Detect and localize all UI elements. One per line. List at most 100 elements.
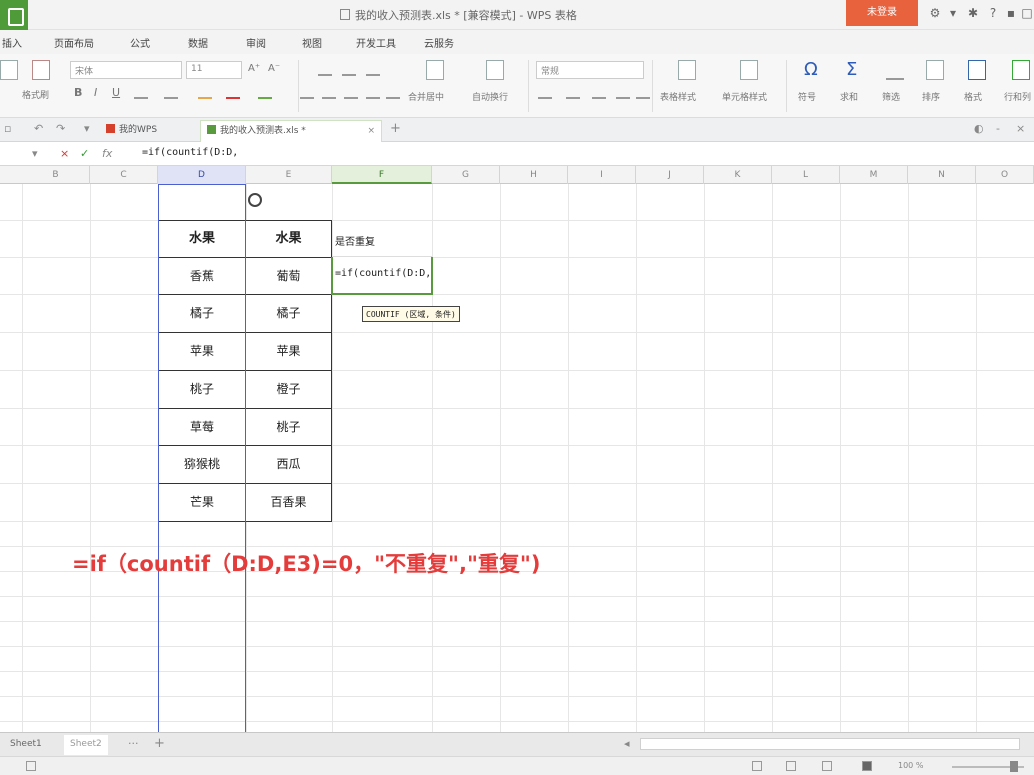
- sheet-tab-sheet2[interactable]: Sheet2: [64, 735, 108, 755]
- menu-formulas[interactable]: 公式: [130, 35, 150, 50]
- column-header-c[interactable]: C: [90, 166, 158, 184]
- horizontal-scrollbar[interactable]: [640, 738, 1020, 750]
- table-cell[interactable]: 西瓜: [245, 445, 332, 484]
- cancel-icon[interactable]: ×: [60, 147, 69, 160]
- tab-active-workbook[interactable]: 我的收入预测表.xls * ×: [200, 120, 382, 142]
- table-cell[interactable]: 桃子: [158, 370, 246, 409]
- minimize-icon[interactable]: ▪: [1004, 6, 1018, 20]
- function-icon[interactable]: fx: [102, 147, 112, 160]
- normal-view-icon[interactable]: [752, 761, 762, 771]
- save-icon[interactable]: ▫: [4, 122, 11, 135]
- menu-view[interactable]: 视图: [302, 35, 322, 50]
- zoom-slider-handle[interactable]: [1010, 761, 1018, 772]
- name-box-dropdown-icon[interactable]: ▾: [32, 147, 38, 160]
- bold-icon[interactable]: B: [74, 86, 82, 99]
- more-sheets-icon[interactable]: ···: [128, 737, 139, 750]
- table-cell[interactable]: 橘子: [245, 294, 332, 333]
- column-header-j[interactable]: J: [636, 166, 704, 184]
- menu-data[interactable]: 数据: [188, 35, 208, 50]
- close-doc-icon[interactable]: ×: [1016, 122, 1025, 135]
- new-tab-icon[interactable]: +: [390, 121, 401, 136]
- table-header-cell[interactable]: 水果: [158, 220, 246, 258]
- column-header-l[interactable]: L: [772, 166, 840, 184]
- rows-cols-button[interactable]: [1006, 60, 1034, 86]
- cell-style-button[interactable]: [734, 60, 764, 86]
- table-cell[interactable]: 百香果: [245, 483, 332, 522]
- column-header-e[interactable]: E: [246, 166, 332, 184]
- quick-access-dropdown-icon[interactable]: ▾: [84, 122, 90, 135]
- column-header-d[interactable]: D: [158, 166, 246, 184]
- symbol-icon[interactable]: Ω: [804, 60, 818, 80]
- table-cell[interactable]: 猕猴桃: [158, 445, 246, 484]
- app-logo-icon[interactable]: [0, 0, 28, 30]
- tab-my-wps[interactable]: 我的WPS: [100, 120, 192, 142]
- table-style-button[interactable]: [672, 60, 702, 86]
- settings-icon[interactable]: ✱: [966, 6, 980, 20]
- format-painter-button[interactable]: [26, 60, 56, 86]
- underline-icon[interactable]: U: [112, 86, 120, 99]
- table-cell[interactable]: 桃子: [245, 408, 332, 446]
- column-header-o[interactable]: O: [976, 166, 1034, 184]
- decimal-decrease-icon[interactable]: [636, 87, 650, 99]
- column-header-n[interactable]: N: [908, 166, 976, 184]
- border-icon[interactable]: [134, 87, 148, 99]
- column-header-k[interactable]: K: [704, 166, 772, 184]
- outdent-icon[interactable]: [386, 87, 400, 99]
- number-format-select[interactable]: 常规: [536, 61, 644, 79]
- menu-insert[interactable]: 插入: [2, 35, 22, 50]
- font-shrink-icon[interactable]: A⁻: [268, 63, 280, 74]
- clear-icon[interactable]: [258, 87, 272, 99]
- format-button[interactable]: [962, 60, 992, 86]
- decimal-increase-icon[interactable]: [616, 87, 630, 99]
- align-bottom-icon[interactable]: [366, 64, 380, 76]
- font-grow-icon[interactable]: A⁺: [248, 63, 260, 74]
- menu-page-layout[interactable]: 页面布局: [54, 35, 94, 50]
- filter-button[interactable]: [880, 60, 910, 86]
- minimize-doc-icon[interactable]: -: [996, 122, 1000, 135]
- font-name-select[interactable]: 宋体: [70, 61, 182, 79]
- page-break-view-icon[interactable]: [822, 761, 832, 771]
- fill-color-icon[interactable]: [198, 87, 212, 99]
- indent-icon[interactable]: [366, 87, 380, 99]
- menu-cloud[interactable]: 云服务: [424, 35, 454, 50]
- table-cell[interactable]: 草莓: [158, 408, 246, 446]
- column-header-i[interactable]: I: [568, 166, 636, 184]
- currency-icon[interactable]: [538, 87, 552, 99]
- align-left-icon[interactable]: [300, 87, 314, 99]
- table-cell[interactable]: 葡萄: [245, 257, 332, 295]
- spreadsheet-grid[interactable]: 水果 水果 香蕉 葡萄 橘子 橘子 苹果 苹果 桃子 橙子 草莓 桃子 猕猴桃 …: [0, 184, 1034, 732]
- skin-icon[interactable]: ⚙: [928, 6, 942, 20]
- align-middle-icon[interactable]: [342, 64, 356, 76]
- sheet-tab-sheet1[interactable]: Sheet1: [4, 735, 48, 755]
- table-cell[interactable]: 橙子: [245, 370, 332, 409]
- font-color-icon[interactable]: [226, 87, 240, 99]
- confirm-icon[interactable]: ✓: [80, 147, 89, 160]
- merge-center-button[interactable]: [420, 60, 450, 86]
- menu-developer[interactable]: 开发工具: [356, 35, 396, 50]
- table-cell[interactable]: 苹果: [158, 332, 246, 371]
- comma-icon[interactable]: [592, 87, 606, 99]
- redo-icon[interactable]: ↷: [56, 122, 65, 135]
- merge-icon[interactable]: [164, 87, 178, 99]
- column-header-b[interactable]: B: [22, 166, 90, 184]
- tab-menu-icon[interactable]: ◐: [974, 122, 984, 135]
- percent-icon[interactable]: [566, 87, 580, 99]
- shirt-icon[interactable]: ▾: [946, 6, 960, 20]
- menu-review[interactable]: 审阅: [246, 35, 266, 50]
- wrap-text-button[interactable]: [480, 60, 510, 86]
- table-cell[interactable]: 芒果: [158, 483, 246, 522]
- page-layout-view-icon[interactable]: [786, 761, 796, 771]
- active-cell-editor[interactable]: =if(countif(D:D,: [331, 257, 433, 295]
- table-cell[interactable]: 橘子: [158, 294, 246, 333]
- table-cell[interactable]: 香蕉: [158, 257, 246, 295]
- italic-icon[interactable]: I: [94, 86, 97, 99]
- restore-icon[interactable]: □: [1020, 6, 1034, 20]
- help-icon[interactable]: ?: [986, 6, 1000, 20]
- macro-icon[interactable]: [26, 761, 36, 771]
- align-right-icon[interactable]: [344, 87, 358, 99]
- formula-input[interactable]: =if(countif(D:D,: [138, 144, 1030, 164]
- align-center-icon[interactable]: [322, 87, 336, 99]
- close-tab-icon[interactable]: ×: [367, 121, 375, 141]
- sort-button[interactable]: [920, 60, 950, 86]
- font-size-select[interactable]: 11: [186, 61, 242, 79]
